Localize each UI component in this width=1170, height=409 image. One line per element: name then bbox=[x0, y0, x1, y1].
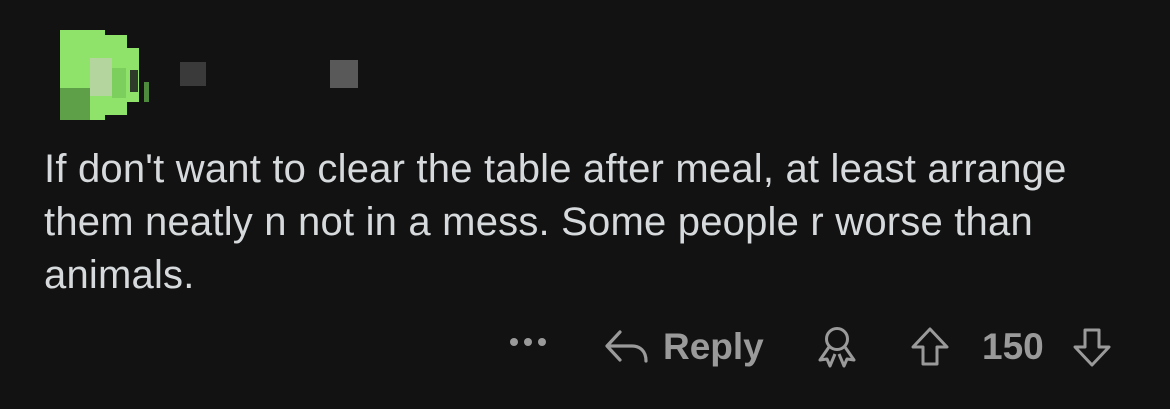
downvote-arrow-icon bbox=[1073, 328, 1111, 367]
comment-card: If don't want to clear the table after m… bbox=[0, 0, 1170, 409]
upvote-button[interactable] bbox=[910, 326, 950, 373]
more-icon-dot bbox=[524, 338, 532, 346]
user-avatar[interactable] bbox=[60, 30, 150, 120]
more-icon bbox=[510, 338, 518, 346]
reply-label: Reply bbox=[663, 326, 764, 367]
award-button[interactable] bbox=[814, 326, 860, 373]
more-button[interactable] bbox=[510, 338, 550, 352]
more-icon-dot bbox=[538, 338, 546, 346]
reply-arrow-icon bbox=[605, 330, 648, 363]
downvote-button[interactable] bbox=[1072, 326, 1112, 373]
award-icon bbox=[818, 327, 856, 368]
redacted-username bbox=[180, 62, 206, 86]
avatar-image bbox=[60, 30, 149, 120]
redacted-timestamp bbox=[330, 60, 358, 88]
comment-actions: Reply 150 bbox=[0, 318, 1170, 374]
upvote-arrow-icon bbox=[911, 327, 949, 366]
vote-score: 150 bbox=[982, 326, 1044, 367]
comment-body: If don't want to clear the table after m… bbox=[44, 147, 1067, 297]
